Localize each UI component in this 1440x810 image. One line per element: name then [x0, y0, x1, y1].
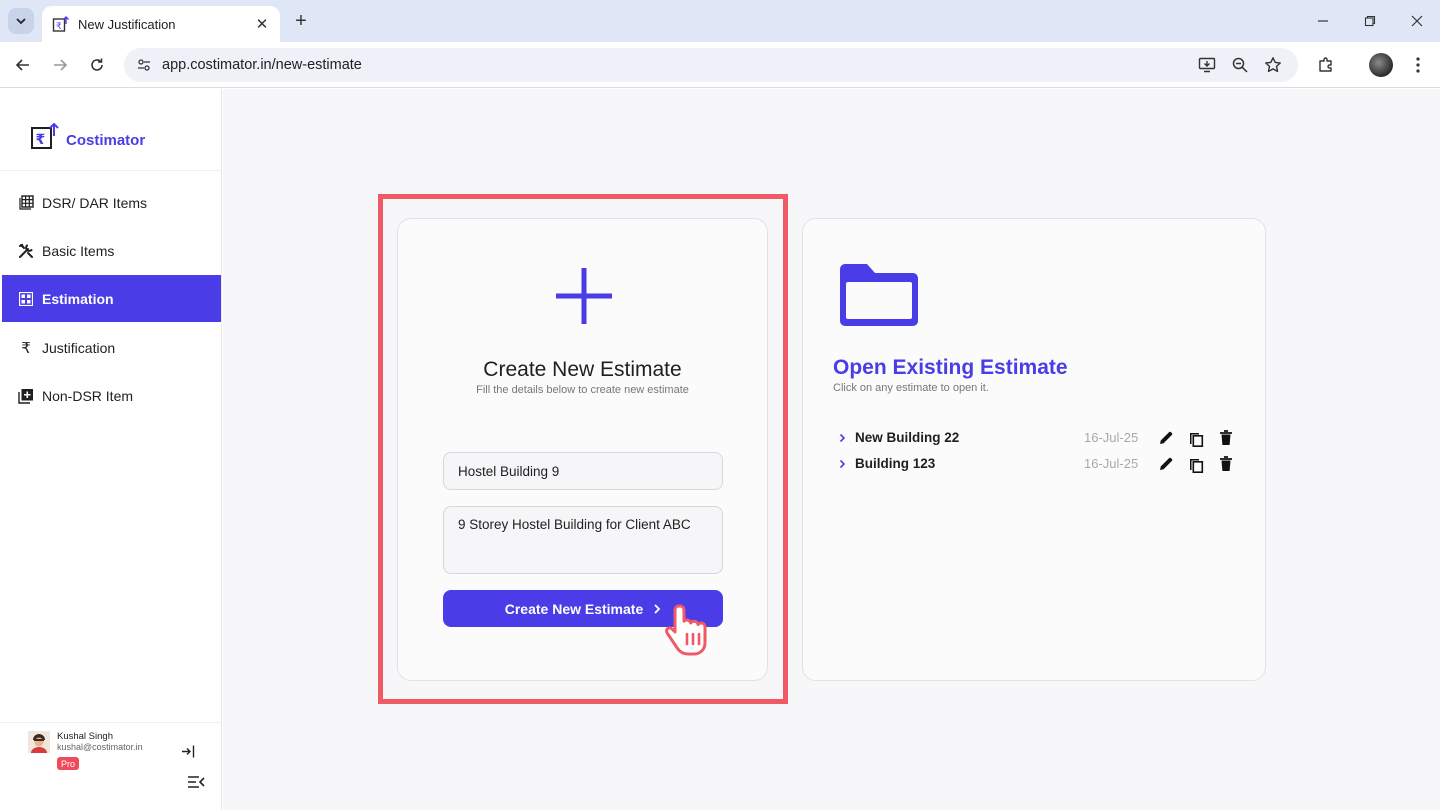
create-card-title: Create New Estimate — [483, 358, 682, 381]
arrow-right-icon — [54, 59, 68, 71]
zoom-icon[interactable] — [1230, 55, 1250, 75]
forward-button[interactable] — [46, 51, 74, 79]
create-button-label: Create New Estimate — [504, 600, 644, 617]
open-card-title: Open Existing Estimate — [833, 356, 1068, 379]
hand-pointer-cursor-icon — [665, 604, 707, 656]
sidebar-item-non-dsr-item[interactable]: Non-DSR Item — [2, 372, 221, 419]
extensions-button[interactable] — [1314, 53, 1338, 77]
reload-button[interactable] — [83, 51, 111, 79]
estimate-list-item[interactable]: Building 123 16-Jul-25 — [832, 453, 1242, 475]
edit-pencil-icon[interactable] — [1157, 455, 1175, 473]
sidebar-item-label: Estimation — [42, 290, 114, 307]
arrow-left-icon — [15, 59, 29, 71]
tab-search-button[interactable] — [8, 8, 34, 34]
app-name: Costimator — [66, 131, 146, 149]
collapse-sidebar-icon[interactable] — [187, 774, 205, 790]
site-info-icon[interactable] — [134, 55, 154, 75]
estimate-name-input[interactable] — [443, 452, 723, 490]
sidebar-item-justification[interactable]: ₹ Justification — [2, 324, 221, 371]
costimator-logo-icon: ₹ — [31, 122, 59, 149]
folder-icon — [840, 264, 918, 326]
app-logo[interactable]: ₹ Costimator — [30, 121, 145, 151]
estimate-date: 16-Jul-25 — [1084, 456, 1139, 471]
more-vertical-icon — [1416, 57, 1420, 73]
sidebar-item-label: Non-DSR Item — [42, 387, 134, 404]
logout-icon[interactable] — [180, 743, 196, 759]
browser-menu-button[interactable] — [1406, 53, 1430, 77]
sidebar-item-label: DSR/ DAR Items — [42, 194, 148, 211]
table-grid-icon — [18, 195, 34, 211]
new-tab-button[interactable]: + — [290, 10, 312, 32]
close-icon — [1411, 15, 1423, 27]
copy-icon[interactable] — [1187, 455, 1205, 473]
dashboard-grid-icon — [18, 291, 34, 307]
chevron-down-icon — [16, 18, 26, 25]
puzzle-icon — [1319, 57, 1332, 72]
back-button[interactable] — [9, 51, 37, 79]
add-box-icon — [18, 388, 34, 404]
chevron-right-icon — [653, 603, 661, 615]
estimate-description-input[interactable]: 9 Storey Hostel Building for Client ABC — [443, 506, 723, 574]
open-card-subtitle: Click on any estimate to open it. — [833, 382, 989, 394]
estimate-name[interactable]: New Building 22 — [855, 430, 959, 445]
sidebar-item-dsr-dar-items[interactable]: DSR/ DAR Items — [2, 179, 221, 226]
copy-icon[interactable] — [1187, 429, 1205, 447]
estimate-name[interactable]: Building 123 — [855, 456, 935, 471]
estimate-date: 16-Jul-25 — [1084, 430, 1139, 445]
browser-toolbar: app.costimator.in/new-estimate — [0, 42, 1440, 88]
rupee-icon: ₹ — [21, 338, 31, 357]
install-app-icon[interactable] — [1197, 55, 1217, 75]
avatar[interactable] — [28, 731, 50, 753]
user-email: kushal@costimator.in — [57, 742, 143, 752]
close-window-button[interactable] — [1404, 8, 1430, 34]
delete-trash-icon[interactable] — [1217, 455, 1235, 473]
edit-pencil-icon[interactable] — [1157, 429, 1175, 447]
restore-button[interactable] — [1357, 8, 1383, 34]
tools-icon — [18, 243, 34, 259]
url-text: app.costimator.in/new-estimate — [162, 57, 362, 73]
plan-badge: Pro — [57, 757, 79, 770]
delete-trash-icon[interactable] — [1217, 429, 1235, 447]
tab-title: New Justification — [78, 16, 176, 32]
active-tab[interactable]: ₹ New Justification ✕ — [42, 6, 280, 42]
address-bar[interactable]: app.costimator.in/new-estimate — [124, 48, 1298, 82]
sidebar-item-basic-items[interactable]: Basic Items — [2, 227, 221, 274]
chevron-right-icon[interactable] — [836, 457, 848, 471]
minimize-icon — [1318, 20, 1328, 22]
svg-text:₹: ₹ — [56, 22, 62, 32]
sidebar-divider — [0, 170, 221, 171]
sidebar-divider — [0, 722, 221, 723]
bookmark-star-icon[interactable] — [1263, 55, 1283, 75]
costimator-favicon-icon: ₹ — [52, 16, 69, 32]
reload-icon — [91, 58, 103, 71]
close-tab-icon[interactable]: ✕ — [254, 16, 270, 33]
plus-icon — [556, 268, 612, 324]
user-name: Kushal Singh — [57, 731, 113, 742]
sidebar-item-estimation[interactable]: Estimation — [2, 275, 221, 322]
sidebar-item-label: Justification — [42, 339, 116, 356]
sidebar: ₹ Costimator DSR/ DAR Items Basic Items … — [0, 89, 222, 810]
browser-tab-bar: ₹ New Justification ✕ + — [0, 0, 1440, 42]
restore-icon — [1364, 15, 1376, 27]
chevron-right-icon[interactable] — [836, 431, 848, 445]
browser-profile-avatar[interactable] — [1369, 53, 1393, 77]
svg-text:₹: ₹ — [36, 132, 46, 148]
create-card-subtitle: Fill the details below to create new est… — [476, 384, 689, 396]
sidebar-item-label: Basic Items — [42, 242, 115, 259]
minimize-button[interactable] — [1310, 8, 1336, 34]
estimate-list-item[interactable]: New Building 22 16-Jul-25 — [832, 427, 1242, 449]
